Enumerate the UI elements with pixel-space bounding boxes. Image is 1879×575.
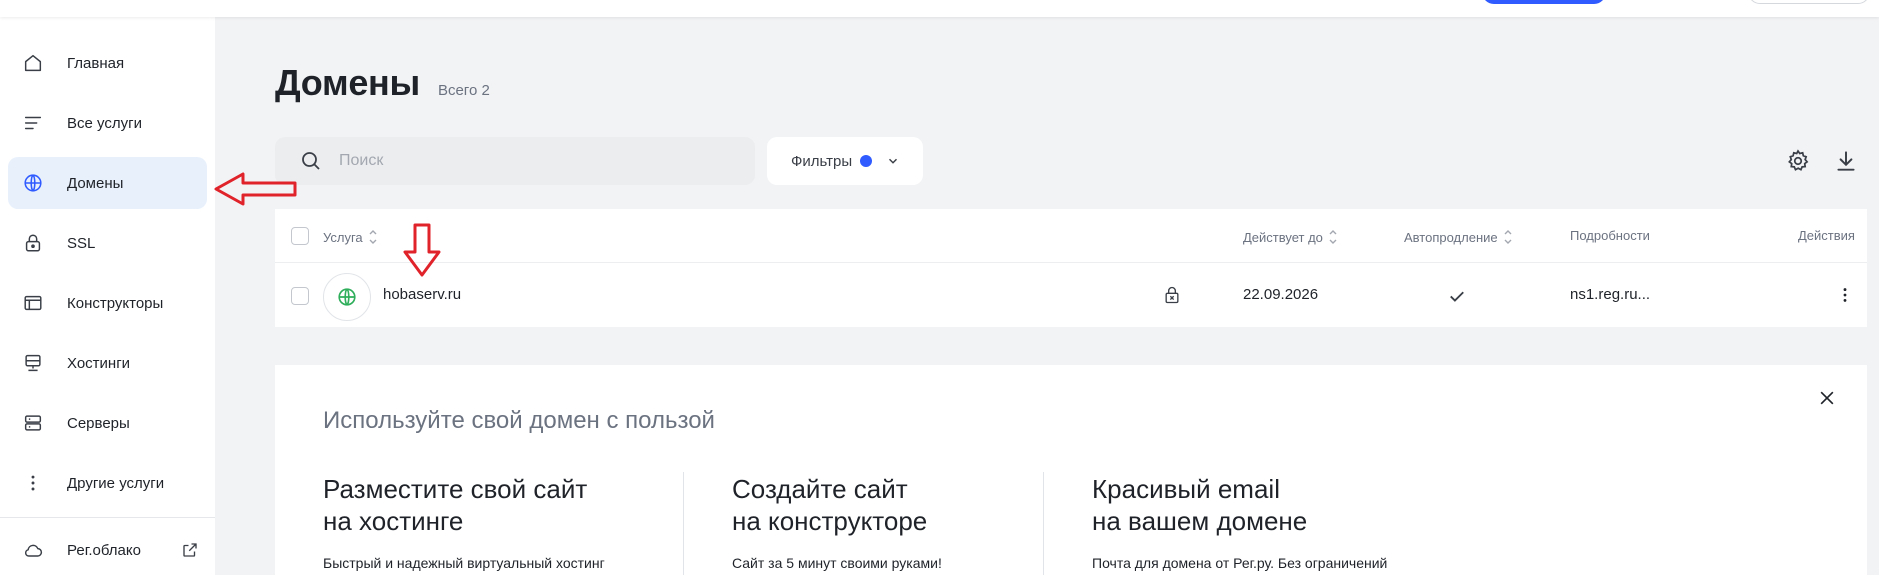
column-header-actions: Действия [1798,228,1855,243]
sidebar-item-home[interactable]: Главная [8,37,207,89]
top-primary-button[interactable] [1482,0,1606,4]
promo-card-constructor[interactable]: Создайте сайт на конструкторе Сайт за 5 … [732,473,942,571]
lock-icon [20,230,46,256]
column-header-label: Действует до [1243,229,1323,245]
search-input[interactable] [339,152,719,170]
sidebar-divider [0,517,215,518]
top-bar [0,0,1879,17]
more-vertical-icon [20,470,46,496]
promo-divider [683,472,684,575]
server-icon [20,410,46,436]
select-all-checkbox[interactable] [291,227,309,245]
promo-card-heading-line: на конструкторе [732,506,928,536]
promo-card-email[interactable]: Красивый email на вашем домене Почта для… [1092,473,1387,571]
page-header: Домены Всего 2 [275,62,490,104]
top-secondary-button[interactable] [1748,0,1870,4]
domain-avatar [323,273,371,321]
column-header-service[interactable]: Услуга [323,228,378,246]
sidebar-item-label: Рег.облако [67,541,141,559]
column-header-label: Автопродление [1404,229,1498,245]
promo-card-heading: Разместите свой сайт на хостинге [323,473,605,537]
sidebar-item-domains[interactable]: Домены [8,157,207,209]
sidebar-item-label: Все услуги [67,114,142,132]
sidebar-item-all-services[interactable]: Все услуги [8,97,207,149]
domains-table: Услуга Действует до Автопродление Подроб… [275,209,1867,327]
sort-icon [1329,230,1337,244]
domain-name[interactable]: hobaserv.ru [383,286,461,303]
sidebar-item-hosting[interactable]: Хостинги [8,337,207,389]
promo-card-hosting[interactable]: Разместите свой сайт на хостинге Быстрый… [323,473,605,571]
valid-until-value: 22.09.2026 [1243,286,1319,303]
promo-card-heading: Создайте сайт на конструкторе [732,473,942,537]
promo-card-heading-line: на вашем домене [1092,506,1308,536]
sidebar-item-reg-cloud[interactable]: Рег.облако [8,528,207,572]
sidebar-item-label: Другие услуги [67,474,165,492]
sidebar-item-label: Хостинги [67,354,131,372]
promo-card-heading-line: на хостинге [323,506,464,536]
table-row[interactable]: hobaserv.ru 22.09.2026 ns1.reg.ru... [275,264,1867,327]
filter-active-dot [860,155,873,167]
sidebar-item-constructors[interactable]: Конструкторы [8,277,207,329]
sort-icon [1504,230,1512,244]
more-vertical-icon[interactable] [1835,285,1855,305]
details-value: ns1.reg.ru... [1570,286,1651,303]
column-header-details: Подробности [1570,228,1650,243]
external-link-icon [183,543,197,557]
sidebar-item-servers[interactable]: Серверы [8,397,207,449]
browser-window-icon [20,290,46,316]
chevron-down-icon [889,158,898,164]
filters-button[interactable]: Фильтры [767,137,923,185]
annotation-arrow-left-icon [214,172,297,206]
home-icon [20,50,46,76]
sort-icon [369,230,377,244]
promo-title: Используйте свой домен с пользой [323,407,715,434]
page-title: Домены [275,62,420,103]
sidebar-item-label: Главная [67,54,125,72]
lock-x-icon [1165,286,1179,304]
sidebar-item-label: Конструкторы [67,294,164,312]
total-count: Всего 2 [437,82,490,99]
sidebar-item-label: SSL [67,234,96,252]
cloud-icon [20,537,46,563]
column-header-label: Услуга [323,229,363,245]
promo-card-heading-line: Красивый email [1092,474,1280,504]
promo-card-text: Сайт за 5 минут своими руками! [732,555,942,571]
promo-divider [1043,472,1044,575]
sidebar-item-ssl[interactable]: SSL [8,217,207,269]
annotation-arrow-down-icon [403,223,441,277]
gear-icon[interactable] [1785,148,1811,174]
promo-panel: Используйте свой домен с пользой Размест… [275,365,1867,575]
search-box[interactable] [275,137,755,185]
promo-card-heading-line: Создайте сайт [732,474,908,504]
hosting-icon [20,350,46,376]
promo-card-text: Почта для домена от Рег.ру. Без ограниче… [1092,555,1388,571]
sidebar-item-label: Домены [67,174,124,192]
column-header-auto-renew[interactable]: Автопродление [1404,228,1513,246]
sidebar-item-other-services[interactable]: Другие услуги [8,457,207,509]
sidebar: Главная Все услуги Домены SSL Конструкто… [0,0,215,575]
sidebar-item-label: Серверы [67,414,130,432]
promo-card-heading-line: Разместите свой сайт [323,474,588,504]
list-icon [20,110,46,136]
check-icon [1450,291,1464,302]
download-icon[interactable] [1833,148,1859,174]
search-icon [302,152,320,170]
table-header: Услуга Действует до Автопродление Подроб… [275,209,1867,263]
filters-label: Фильтры [791,152,853,170]
column-header-valid-until[interactable]: Действует до [1243,228,1338,246]
promo-card-heading: Красивый email на вашем домене [1092,473,1387,537]
row-checkbox[interactable] [291,287,309,305]
globe-icon [20,170,46,196]
close-icon[interactable] [1817,388,1837,408]
promo-card-text: Быстрый и надежный виртуальный хостинг [323,555,605,571]
globe-icon [338,288,356,306]
